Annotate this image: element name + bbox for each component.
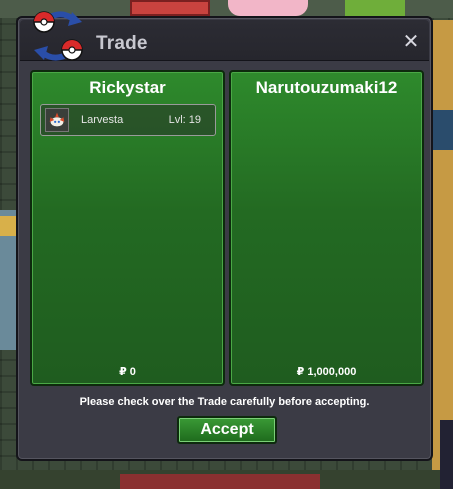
game-world-ui-edge <box>440 420 453 489</box>
partner-name: Narutouzumaki12 <box>255 78 398 97</box>
partner-money: ₽ 1,000,000 <box>296 366 357 378</box>
player-money: ₽ 0 <box>119 366 136 378</box>
game-world-wall <box>432 20 453 489</box>
trade-dialog: Trade ✕ Rickystar Larvesta Lvl: 19 ₽ 0 N… <box>16 11 433 461</box>
trade-item-card[interactable]: Larvesta Lvl: 19 <box>40 104 216 136</box>
partner-offer-panel: Narutouzumaki12 ₽ 1,000,000 <box>229 70 424 386</box>
item-level: Lvl: 19 <box>168 114 201 126</box>
larvesta-icon <box>45 108 69 132</box>
player-name: Rickystar <box>89 78 166 97</box>
game-world-shelf <box>432 110 453 150</box>
pokeball-trade-icon <box>33 11 83 61</box>
item-name: Larvesta <box>81 114 124 126</box>
player-offer-panel: Rickystar Larvesta Lvl: 19 ₽ 0 <box>30 70 225 386</box>
dialog-title: Trade <box>96 33 148 54</box>
close-icon: ✕ <box>402 31 420 53</box>
game-world-building <box>130 0 210 16</box>
trade-notice: Please check over the Trade carefully be… <box>79 396 370 408</box>
close-button[interactable]: ✕ <box>401 32 421 52</box>
accept-button[interactable]: Accept <box>177 416 277 444</box>
game-world-npc <box>228 0 308 16</box>
game-world-carpet <box>120 474 320 489</box>
